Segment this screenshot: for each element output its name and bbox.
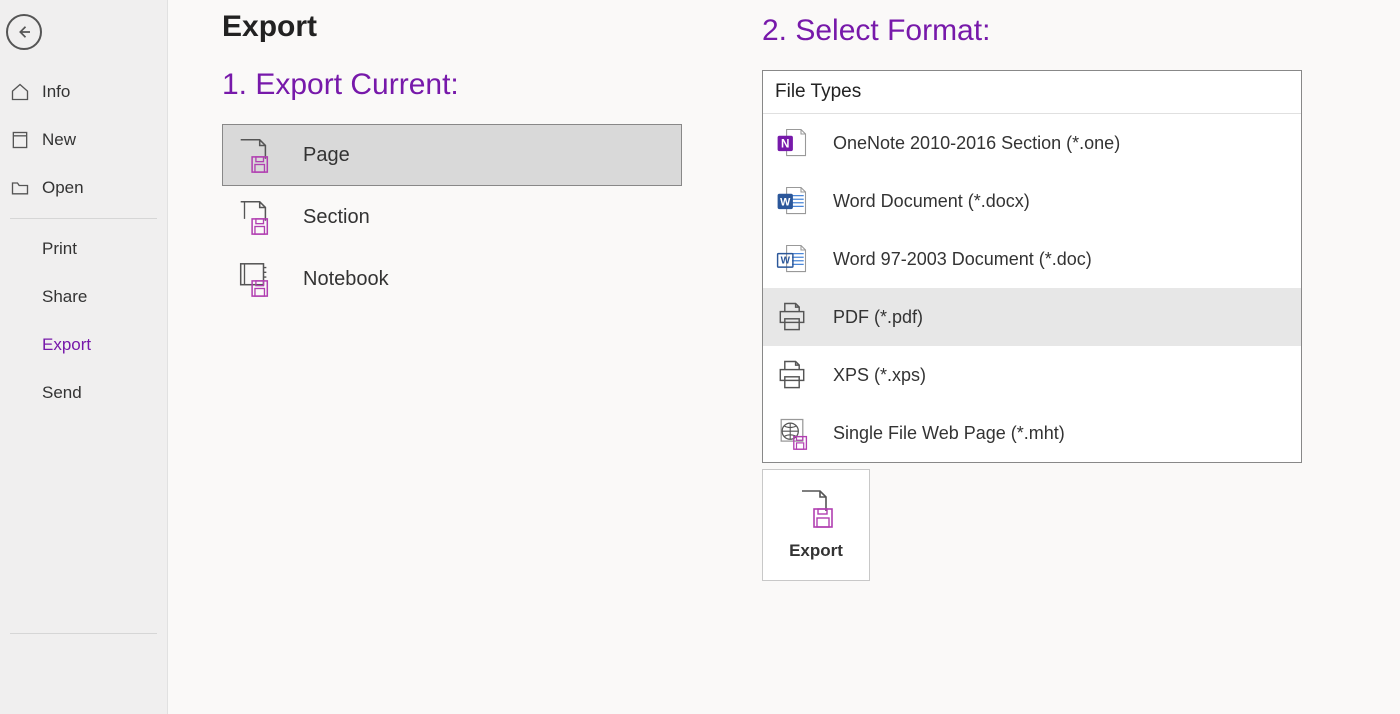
- format-xps[interactable]: XPS (*.xps): [763, 346, 1301, 404]
- option-section[interactable]: Section: [222, 186, 682, 248]
- format-label: Word 97-2003 Document (*.doc): [833, 249, 1092, 270]
- page-icon: [10, 130, 30, 150]
- svg-text:W: W: [780, 197, 791, 209]
- option-page[interactable]: Page: [222, 124, 682, 186]
- nav-label: Info: [42, 82, 70, 102]
- format-label: PDF (*.pdf): [833, 307, 923, 328]
- export-button-label: Export: [789, 541, 843, 561]
- svg-text:N: N: [781, 138, 789, 151]
- nav-label: New: [42, 130, 76, 150]
- format-label: Single File Web Page (*.mht): [833, 423, 1065, 444]
- export-button[interactable]: Export: [762, 469, 870, 581]
- format-label: XPS (*.xps): [833, 365, 926, 386]
- web-save-icon: [773, 414, 811, 452]
- nav-print[interactable]: Print: [0, 225, 167, 273]
- option-notebook[interactable]: Notebook: [222, 248, 682, 310]
- export-current-heading: 1. Export Current:: [222, 68, 682, 102]
- printer-icon: [773, 356, 811, 394]
- nav-divider: [10, 218, 157, 219]
- nav-label: Open: [42, 178, 84, 198]
- format-onenote[interactable]: N OneNote 2010-2016 Section (*.one): [763, 114, 1301, 172]
- nav-new[interactable]: New: [0, 116, 167, 164]
- arrow-left-icon: [15, 23, 33, 41]
- format-pdf[interactable]: PDF (*.pdf): [763, 288, 1301, 346]
- nav-label: Share: [42, 287, 87, 307]
- nav-label: Send: [42, 383, 82, 403]
- format-doc[interactable]: W Word 97-2003 Document (*.doc): [763, 230, 1301, 288]
- notebook-save-icon: [235, 260, 273, 298]
- page-title: Export: [222, 10, 682, 44]
- home-icon: [10, 82, 30, 102]
- nav-info[interactable]: Info: [0, 68, 167, 116]
- option-label: Section: [303, 206, 370, 229]
- format-label: OneNote 2010-2016 Section (*.one): [833, 133, 1120, 154]
- format-list: File Types N OneNote 2010-2016 Section (…: [762, 70, 1302, 463]
- nav-label: Export: [42, 335, 91, 355]
- page-save-icon: [235, 136, 273, 174]
- select-format-heading: 2. Select Format:: [762, 14, 1302, 48]
- folder-icon: [10, 178, 30, 198]
- file-types-header: File Types: [763, 71, 1301, 114]
- back-button[interactable]: [6, 14, 42, 50]
- word-old-icon: W: [773, 240, 811, 278]
- nav-export[interactable]: Export: [0, 321, 167, 369]
- nav-send[interactable]: Send: [0, 369, 167, 417]
- option-label: Page: [303, 144, 350, 167]
- onenote-icon: N: [773, 124, 811, 162]
- section-save-icon: [235, 198, 273, 236]
- nav-share[interactable]: Share: [0, 273, 167, 321]
- word-icon: W: [773, 182, 811, 220]
- page-save-icon: [796, 489, 836, 529]
- nav-open[interactable]: Open: [0, 164, 167, 212]
- nav-label: Print: [42, 239, 77, 259]
- nav-divider: [10, 633, 157, 634]
- format-docx[interactable]: W Word Document (*.docx): [763, 172, 1301, 230]
- format-label: Word Document (*.docx): [833, 191, 1030, 212]
- svg-text:W: W: [781, 256, 791, 267]
- printer-icon: [773, 298, 811, 336]
- option-label: Notebook: [303, 268, 389, 291]
- format-mht[interactable]: Single File Web Page (*.mht): [763, 404, 1301, 462]
